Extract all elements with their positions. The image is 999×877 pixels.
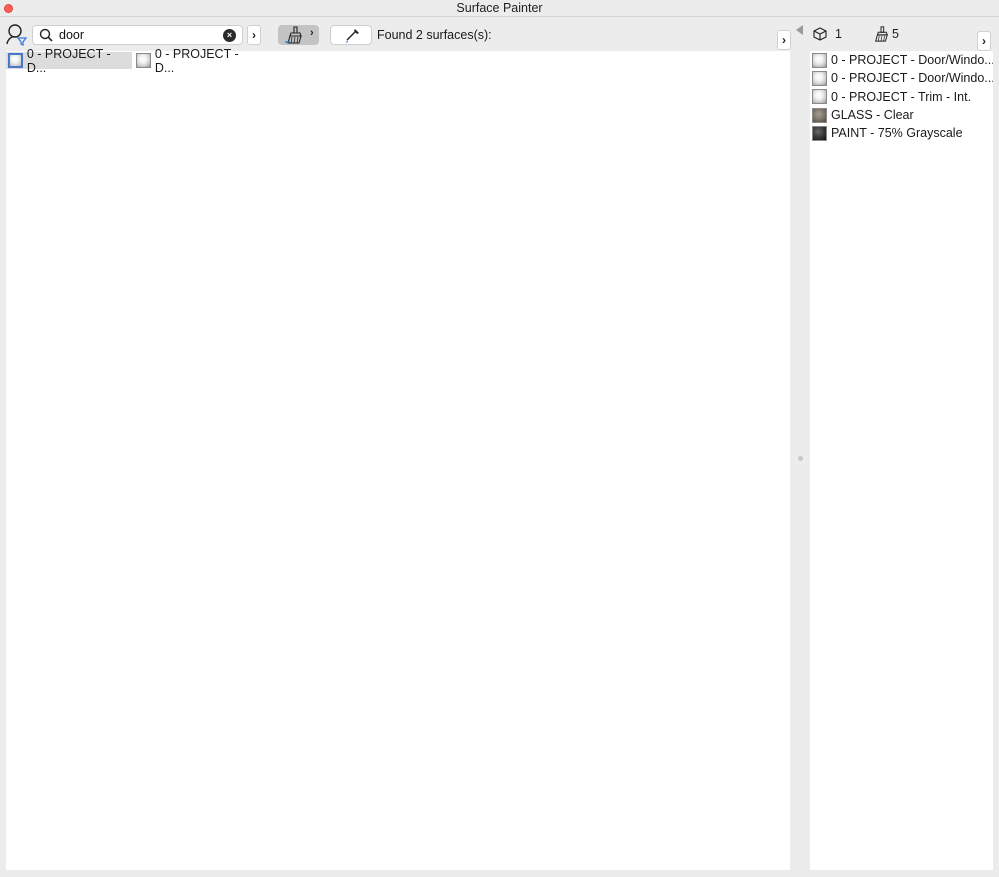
results-list: 0 - PROJECT - D... 0 - PROJECT - D... [6, 47, 790, 870]
surface-count-value: 5 [892, 27, 899, 41]
splitter-handle[interactable] [798, 456, 803, 461]
list-item[interactable]: 0 - PROJECT - Door/Windo... [810, 51, 993, 69]
material-swatch [812, 52, 827, 68]
search-field[interactable]: × [32, 25, 243, 45]
material-swatch [812, 125, 827, 141]
object-count: 1 [813, 27, 842, 41]
result-item[interactable]: 0 - PROJECT - D... [134, 47, 260, 75]
pane-splitter[interactable] [796, 17, 806, 877]
material-swatch [812, 107, 827, 123]
paint-brush-icon [285, 26, 302, 44]
collapse-triangle-icon[interactable] [796, 25, 803, 35]
result-item[interactable]: 0 - PROJECT - D... [6, 47, 132, 75]
selection-pane: 1 5 › 0 - PROJECT - Door/Windo... 0 - PR… [806, 17, 999, 877]
search-pane: × › › Found 2 surfaces(s): › [0, 17, 796, 877]
list-item[interactable]: GLASS - Clear [810, 106, 993, 124]
selection-toolbar: 1 5 › [806, 17, 999, 51]
result-item-label: 0 - PROJECT - D... [26, 46, 111, 75]
search-icon [39, 28, 53, 42]
material-swatch [812, 89, 827, 105]
title-bar: Surface Painter [0, 0, 999, 17]
list-item[interactable]: PAINT - 75% Grayscale [810, 124, 993, 142]
eyedropper-icon [346, 29, 359, 43]
search-options-button[interactable]: › [247, 25, 261, 45]
search-input[interactable] [59, 27, 219, 43]
selection-options-button[interactable]: › [977, 31, 991, 51]
eyedropper-button[interactable] [330, 25, 372, 45]
filter-icon[interactable] [5, 22, 29, 47]
paint-mode-chevron: › [310, 27, 314, 39]
list-item-label: PAINT - 75% Grayscale [831, 126, 963, 141]
material-swatch [136, 53, 151, 68]
list-item-label: 0 - PROJECT - Door/Windo... [831, 71, 993, 86]
paint-mode-button[interactable]: › [278, 25, 319, 45]
selection-surface-list: 0 - PROJECT - Door/Windo... 0 - PROJECT … [810, 51, 993, 870]
result-item-label: 0 - PROJECT - D... [154, 46, 239, 75]
paint-brush-icon [875, 26, 888, 42]
list-item-label: 0 - PROJECT - Trim - Int. [831, 89, 972, 104]
list-item[interactable]: 0 - PROJECT - Trim - Int. [810, 88, 993, 106]
window-title: Surface Painter [456, 1, 543, 15]
list-item-label: 0 - PROJECT - Door/Windo... [831, 53, 993, 68]
cube-icon [813, 27, 827, 41]
list-item-label: GLASS - Clear [831, 108, 914, 123]
close-window-button[interactable] [4, 4, 13, 13]
results-count-label: Found 2 surfaces(s): [377, 28, 492, 42]
material-swatch [812, 70, 827, 86]
clear-search-icon[interactable]: × [223, 29, 236, 42]
surface-count: 5 [872, 26, 899, 42]
toggle-right-panel-button[interactable]: › [777, 30, 791, 50]
object-count-value: 1 [835, 27, 842, 41]
material-swatch [8, 53, 23, 68]
list-item[interactable]: 0 - PROJECT - Door/Windo... [810, 69, 993, 87]
